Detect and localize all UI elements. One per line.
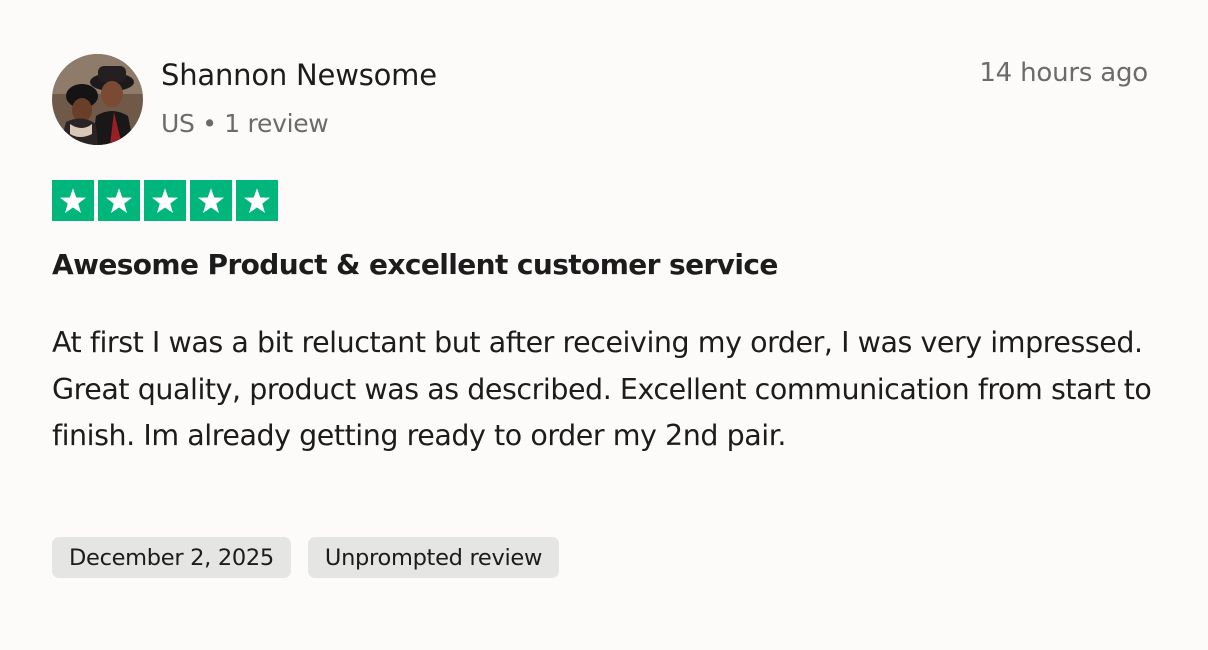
star-2 [98, 180, 140, 221]
review-time-ago: 14 hours ago [979, 58, 1148, 88]
star-5 [236, 180, 278, 221]
star-icon [198, 187, 224, 213]
star-icon [152, 187, 178, 213]
reviewer-name[interactable]: Shannon Newsome [161, 58, 437, 92]
review-body: At first I was a bit reluctant but after… [52, 326, 1152, 452]
star-3 [144, 180, 186, 221]
unprompted-review-tag[interactable]: Unprompted review [307, 537, 560, 578]
reviewer-avatar[interactable] [52, 54, 143, 145]
star-1 [52, 180, 94, 221]
avatar-photo-icon [52, 54, 143, 145]
star-icon [244, 187, 270, 213]
review-date-tag: December 2, 2025 [52, 537, 291, 578]
review-card: Shannon Newsome US • 1 review 14 hours a… [0, 0, 1208, 650]
star-4 [190, 180, 232, 221]
star-icon [60, 187, 86, 213]
review-tags: December 2, 2025 Unprompted review [52, 537, 560, 578]
star-rating [52, 180, 278, 221]
star-icon [106, 187, 132, 213]
review-title[interactable]: Awesome Product & excellent customer ser… [52, 248, 778, 281]
reviewer-meta: US • 1 review [161, 109, 329, 138]
